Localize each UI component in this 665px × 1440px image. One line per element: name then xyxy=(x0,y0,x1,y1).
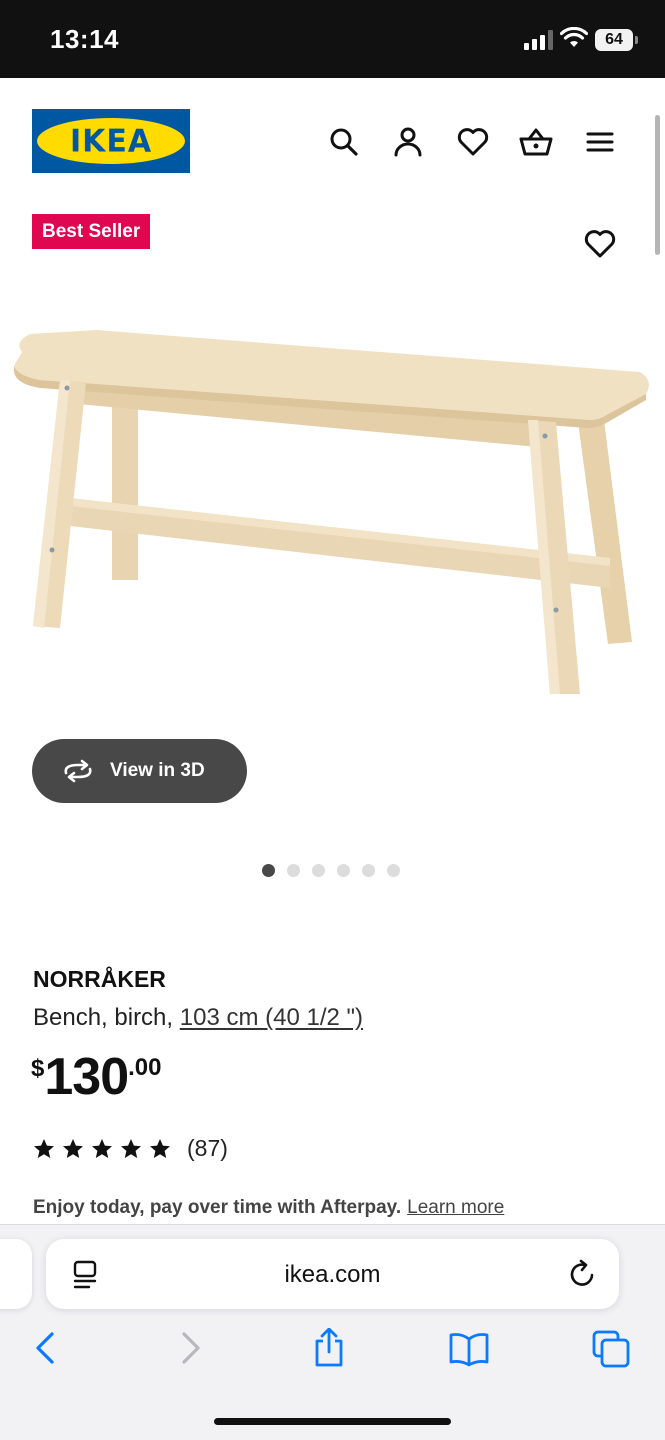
carousel-dot[interactable] xyxy=(362,864,375,877)
address-bar[interactable]: ikea.com xyxy=(46,1239,619,1309)
rating-count: (87) xyxy=(187,1135,228,1161)
search-icon[interactable] xyxy=(326,124,362,160)
price-decimal: .00 xyxy=(128,1054,162,1081)
status-bar: 13:14 64 xyxy=(0,0,665,78)
product-image[interactable] xyxy=(0,290,665,720)
view-in-3d-label: View in 3D xyxy=(110,760,205,781)
account-icon[interactable] xyxy=(390,124,426,160)
carousel-dot[interactable] xyxy=(262,864,275,877)
battery-icon: 64 xyxy=(595,29,639,51)
forward-icon[interactable] xyxy=(170,1328,210,1368)
cellular-signal-icon xyxy=(524,30,553,50)
afterpay-learn-more-link[interactable]: Learn more xyxy=(407,1197,504,1218)
heart-icon[interactable] xyxy=(455,124,491,160)
previous-tab-preview[interactable] xyxy=(0,1239,32,1309)
view-in-3d-button[interactable]: View in 3D xyxy=(32,739,247,803)
star-icon xyxy=(92,1138,112,1158)
product-description: Bench, birch, 103 cm (40 1/2 ") xyxy=(33,1004,363,1032)
carousel-dot[interactable] xyxy=(337,864,350,877)
best-seller-badge: Best Seller xyxy=(32,214,151,249)
star-icon xyxy=(121,1138,141,1158)
star-icon xyxy=(63,1138,83,1158)
home-indicator[interactable] xyxy=(214,1418,451,1425)
basket-icon[interactable] xyxy=(518,124,554,160)
menu-icon[interactable] xyxy=(582,124,618,160)
product-name: NORRÅKER xyxy=(33,966,166,992)
favorite-heart-icon[interactable] xyxy=(582,226,618,262)
product-size-link[interactable]: 103 cm (40 1/2 ") xyxy=(180,1004,363,1031)
reload-icon[interactable] xyxy=(568,1259,598,1289)
price-integer: 130 xyxy=(44,1048,129,1106)
battery-level: 64 xyxy=(595,29,633,51)
carousel-dot[interactable] xyxy=(387,864,400,877)
page-scrollbar[interactable] xyxy=(655,115,660,255)
logo-text: IKEA xyxy=(69,122,153,160)
tabs-icon[interactable] xyxy=(590,1328,630,1368)
product-price: $ 130 .00 xyxy=(31,1046,162,1108)
bookmarks-icon[interactable] xyxy=(449,1328,489,1368)
carousel-dot[interactable] xyxy=(287,864,300,877)
url-text[interactable]: ikea.com xyxy=(46,1261,619,1289)
status-time: 13:14 xyxy=(50,24,119,54)
product-rating[interactable]: (87) xyxy=(32,1135,228,1162)
product-type: Bench, birch, xyxy=(33,1004,180,1031)
price-currency: $ xyxy=(31,1055,45,1082)
afterpay-notice: Enjoy today, pay over time with Afterpay… xyxy=(33,1197,504,1219)
ikea-logo[interactable]: IKEA xyxy=(32,109,190,173)
back-icon[interactable] xyxy=(26,1328,66,1368)
share-icon[interactable] xyxy=(309,1328,349,1368)
carousel-indicator[interactable] xyxy=(262,864,400,878)
afterpay-text: Enjoy today, pay over time with Afterpay… xyxy=(33,1197,402,1218)
star-icon xyxy=(34,1138,54,1158)
carousel-dot[interactable] xyxy=(312,864,325,877)
star-icon xyxy=(150,1138,170,1158)
rotate-3d-icon xyxy=(64,759,92,783)
wifi-icon xyxy=(560,27,588,47)
